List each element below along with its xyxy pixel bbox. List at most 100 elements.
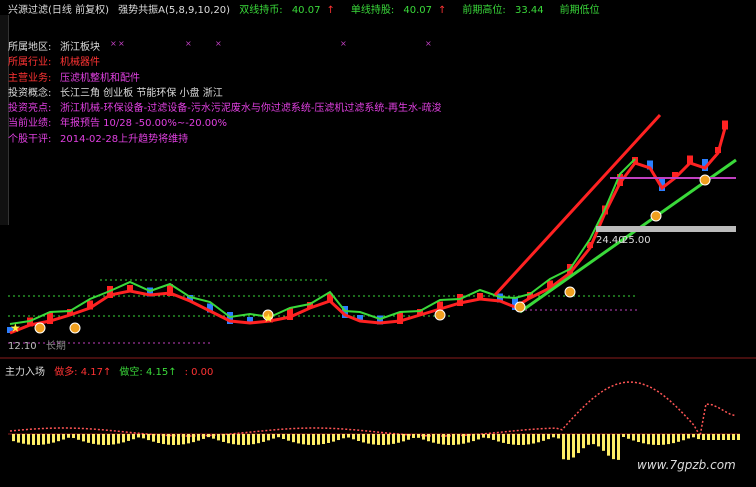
histogram-bar [397,434,400,443]
histogram-bar [252,434,255,445]
histogram-bar [307,434,310,445]
histogram-bar [532,434,535,444]
histogram-bar [692,434,695,438]
histogram-bar [582,434,585,449]
histogram-bar [542,434,545,441]
histogram-bar [407,434,410,440]
histogram-bar [292,434,295,443]
histogram-bar [97,434,100,445]
sub-indicator-title: 主力入场 [5,367,45,378]
stock-info-panel: 所属地区: 浙江板块 所属行业: 机械器件 主营业务: 压滤机整机和配件 投资概念: 长江三角… [8,40,442,147]
info-label: 个股干评: [8,133,52,145]
histogram-bar [197,434,200,441]
histogram-bar [122,434,125,443]
signal-marker-icon [514,301,526,313]
histogram-bar [282,434,285,439]
histogram-bar [202,434,205,439]
histogram-bar [607,434,610,456]
star-icon: ★ [263,311,274,325]
info-row: 个股干评: 2014-02-28上升趋势将维持 [8,132,442,147]
histogram-bar [672,434,675,444]
histogram-bar [167,434,170,445]
info-value: 机械器件 [60,57,100,69]
histogram-bar [77,434,80,440]
histogram-bar [562,434,565,460]
histogram-bar [227,434,230,444]
histogram-bar [647,434,650,445]
histogram-bar [392,434,395,444]
histogram-bar [467,434,470,443]
histogram-bar [687,434,690,439]
signal-marker-icon [564,286,576,298]
histogram-bar [412,434,415,438]
price-label: 24.40 [596,235,625,246]
histogram-bar [267,434,270,441]
histogram-bar [637,434,640,443]
histogram-bar [297,434,300,444]
histogram-bar [342,434,345,439]
histogram-bar [427,434,430,442]
histogram-bar [477,434,480,440]
histogram-bar [487,434,490,439]
info-row: 所属行业: 机械器件 [8,55,442,70]
info-label: 所属行业: [8,57,52,69]
histogram-bar [127,434,130,441]
histogram-bar [302,434,305,445]
histogram-bar [12,434,15,442]
histogram-bar [587,434,590,445]
histogram-bar [657,434,660,445]
info-label: 主营业务: [8,72,52,84]
sub-curve-red [9,381,737,439]
histogram-bar [612,434,615,460]
histogram-bar [187,434,190,444]
histogram-bar [247,434,250,445]
histogram-bar [42,434,45,445]
histogram-bar [402,434,405,442]
info-row: 投资亮点: 浙江机械-环保设备-过滤设备-污水污泥废水与你过滤系统-压滤机过滤系统… [8,101,442,116]
histogram-bar [22,434,25,444]
histogram-bar [287,434,290,441]
info-value: 年报预告 10/28 -50.00%~-20.00% [60,118,228,130]
histogram-bar [272,434,275,439]
histogram-bar [627,434,630,439]
histogram-bar [737,434,740,440]
sub-indicator-item: 做空: 4.15↑ [119,367,177,378]
histogram-bar [577,434,580,454]
histogram-bar [322,434,325,445]
signal-marker-icon [434,309,446,321]
histogram-bar [462,434,465,444]
price-label: 25.00 [622,235,651,246]
histogram-bar [332,434,335,442]
histogram-bar [557,434,560,439]
histogram-bar [502,434,505,443]
histogram-bar [262,434,265,442]
histogram-bar [452,434,455,445]
histogram-bar [232,434,235,445]
histogram-bar [372,434,375,445]
histogram-bar [632,434,635,441]
histogram-bar [732,434,735,440]
histogram-bar [702,434,705,440]
histogram-bar [572,434,575,458]
histogram-bar [682,434,685,441]
histogram-bar [497,434,500,442]
histogram-bar [257,434,260,444]
histogram-bar [37,434,40,445]
info-value: 浙江板块 [60,42,100,53]
histogram-bar [362,434,365,443]
histogram-bar [712,434,715,440]
histogram-bar [472,434,475,442]
signal-marker-icon [650,210,662,222]
histogram-bar [142,434,145,439]
histogram-bar [147,434,150,441]
histogram-bar [697,434,700,440]
histogram-bar [722,434,725,440]
histogram-bar [417,434,420,438]
histogram-bar [522,434,525,445]
info-value: 压滤机整机和配件 [60,72,140,84]
signal-marker-icon [699,174,711,186]
histogram-bar [677,434,680,442]
histogram-bar [222,434,225,442]
histogram-bar [177,434,180,445]
low-price-note: 长期 [45,341,66,352]
